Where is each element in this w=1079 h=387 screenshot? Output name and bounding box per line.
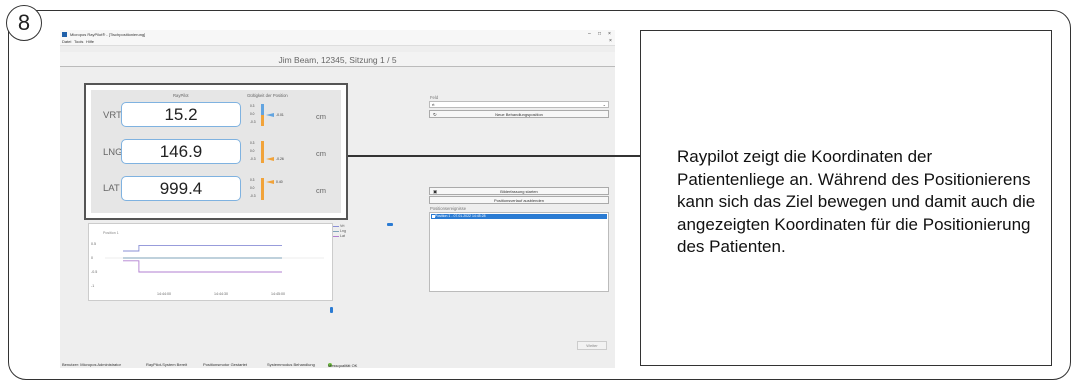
camera-icon: ▣ bbox=[433, 189, 438, 194]
weiter-button[interactable]: Weiter bbox=[577, 341, 607, 350]
patient-header: Jim Beam, 12345, Sitzung 1 / 5 bbox=[60, 52, 615, 67]
x-tick-label: 14:44:30 bbox=[214, 292, 228, 296]
image-capture-label: Bilderfassung starten bbox=[500, 189, 538, 194]
position-events-list[interactable]: Position 1 - 07.01.2022 14:45:28 bbox=[429, 212, 609, 292]
title-bar: Micropos RayPilot® - [Tischpositionierun… bbox=[60, 30, 615, 38]
x-tick-label: 14:44:00 bbox=[157, 292, 171, 296]
legend-swatch-lat bbox=[333, 236, 339, 237]
coordinates-inner: RayPilot Gültigkeit der Position VRT 15.… bbox=[91, 90, 341, 213]
chart-svg: Position 1 0.5 0 -0.5 -1 14:44:00 14:44:30 14:4… bbox=[91, 231, 324, 296]
legend-swatch-lng bbox=[333, 231, 339, 232]
menu-bar: Datei Tools Hilfe × bbox=[60, 38, 615, 46]
gauge-bar bbox=[261, 141, 264, 163]
lat-unit: cm bbox=[316, 186, 326, 195]
gauge-tick: 0.3 bbox=[250, 178, 255, 182]
lng-unit: cm bbox=[316, 149, 326, 158]
chart-zoom-slider[interactable] bbox=[387, 223, 393, 226]
lat-offset-arrow-icon bbox=[266, 180, 274, 184]
gauge-bar bbox=[261, 178, 264, 200]
status-bar: Benutzer: Micropos Administrator RayPilo… bbox=[60, 360, 615, 368]
series-line-vrt bbox=[123, 244, 282, 252]
legend-vrt: Vrt bbox=[340, 224, 345, 228]
callout-connector-line bbox=[348, 155, 645, 157]
inner-close-icon[interactable]: × bbox=[609, 38, 612, 44]
gauge-tick: -0.3 bbox=[250, 194, 256, 198]
status-motor: Positionsmotor Gestartet bbox=[203, 361, 248, 367]
gauge-tick: 0.0 bbox=[250, 149, 255, 153]
y-tick-label: 0 bbox=[91, 256, 93, 260]
vrt-offset: -0.01 bbox=[276, 113, 284, 117]
legend-lng: Lng bbox=[340, 229, 346, 233]
callout-box: Raypilot zeigt die Koordinaten der Patie… bbox=[640, 30, 1052, 366]
field-select[interactable]: rt ⌄ bbox=[429, 101, 609, 108]
raypilot-column-header: RayPilot bbox=[173, 93, 189, 98]
lng-offset: -0.26 bbox=[276, 157, 284, 161]
menu-datei[interactable]: Datei bbox=[62, 39, 71, 44]
step-number-badge: 8 bbox=[6, 5, 42, 41]
menu-hilfe[interactable]: Hilfe bbox=[86, 39, 94, 44]
y-tick-label: -1 bbox=[91, 284, 94, 288]
gauge-tick: 0.3 bbox=[250, 141, 255, 145]
list-item[interactable]: Position 1 - 07.01.2022 14:45:28 bbox=[431, 214, 607, 219]
position-history-chart: Position 1 0.5 0 -0.5 -1 14:44:00 14:44:30 14:4… bbox=[88, 223, 333, 301]
window-title: Micropos RayPilot® - [Tischpositionierun… bbox=[70, 31, 146, 37]
vrt-value: 15.2 bbox=[121, 102, 241, 127]
gauge-tick: 0.0 bbox=[250, 186, 255, 190]
field-label: Feld bbox=[430, 95, 439, 100]
patient-title: Jim Beam, 12345, Sitzung 1 / 5 bbox=[278, 55, 397, 65]
gauge-tick: -0.3 bbox=[250, 120, 256, 124]
chart-scroll-handle[interactable] bbox=[330, 307, 333, 313]
x-tick-label: 14:45:00 bbox=[271, 292, 285, 296]
lng-value: 146.9 bbox=[121, 139, 241, 164]
validity-column-header: Gültigkeit der Position bbox=[247, 93, 288, 98]
maximize-icon[interactable]: □ bbox=[598, 31, 601, 37]
checkbox-icon bbox=[432, 215, 435, 218]
gauge-tick: -0.3 bbox=[250, 157, 256, 161]
status-user: Benutzer: Micropos Administrator bbox=[62, 361, 121, 367]
field-select-value: rt bbox=[432, 102, 435, 107]
y-tick-label: -0.5 bbox=[91, 270, 97, 274]
lat-label: LAT bbox=[103, 183, 120, 194]
series-line-lat bbox=[123, 260, 282, 273]
legend-swatch-vrt bbox=[333, 226, 339, 227]
vrt-label: VRT bbox=[103, 110, 122, 121]
toggle-history-button[interactable]: Positionsverlauf ausblenden bbox=[429, 196, 609, 204]
vrt-unit: cm bbox=[316, 112, 326, 121]
status-system: RayPilot-System Bereit bbox=[146, 361, 188, 367]
lng-offset-arrow-icon bbox=[266, 157, 274, 161]
app-window-screenshot: Micropos RayPilot® - [Tischpositionierun… bbox=[60, 30, 615, 368]
menu-tools[interactable]: Tools bbox=[74, 39, 83, 44]
new-position-button[interactable]: ↻ Neue Behandlungsposition bbox=[429, 110, 609, 118]
event-text: Position 1 - 07.01.2022 14:45:28 bbox=[435, 214, 486, 218]
gauge-fill bbox=[261, 104, 264, 115]
chart-title: Position 1 bbox=[103, 231, 119, 235]
image-capture-button[interactable]: ▣ Bilderfassung starten bbox=[429, 187, 609, 195]
status-quality-label: Messqualität OK bbox=[328, 363, 358, 368]
minimize-icon[interactable]: – bbox=[588, 31, 591, 37]
coordinates-panel: RayPilot Gültigkeit der Position VRT 15.… bbox=[84, 83, 348, 220]
status-mode: Systemmodus Behandlung bbox=[267, 361, 315, 367]
y-tick-label: 0.5 bbox=[91, 242, 96, 246]
refresh-icon: ↻ bbox=[433, 112, 437, 117]
new-position-label: Neue Behandlungsposition bbox=[495, 112, 543, 117]
callout-text: Raypilot zeigt die Koordinaten der Patie… bbox=[677, 147, 1036, 256]
legend-lat: Lat bbox=[340, 234, 345, 238]
chevron-down-icon: ⌄ bbox=[602, 102, 606, 107]
gauge-tick: 0.3 bbox=[250, 104, 255, 108]
gauge-tick: 0.0 bbox=[250, 112, 255, 116]
close-icon[interactable]: × bbox=[608, 31, 611, 37]
events-label: Positionsereignisse bbox=[430, 206, 467, 211]
app-logo-icon bbox=[62, 31, 67, 37]
lng-label: LNG bbox=[103, 147, 123, 158]
vrt-offset-arrow-icon bbox=[266, 113, 274, 117]
lat-value: 999.4 bbox=[121, 176, 241, 201]
lat-offset: 0.40 bbox=[276, 180, 283, 184]
